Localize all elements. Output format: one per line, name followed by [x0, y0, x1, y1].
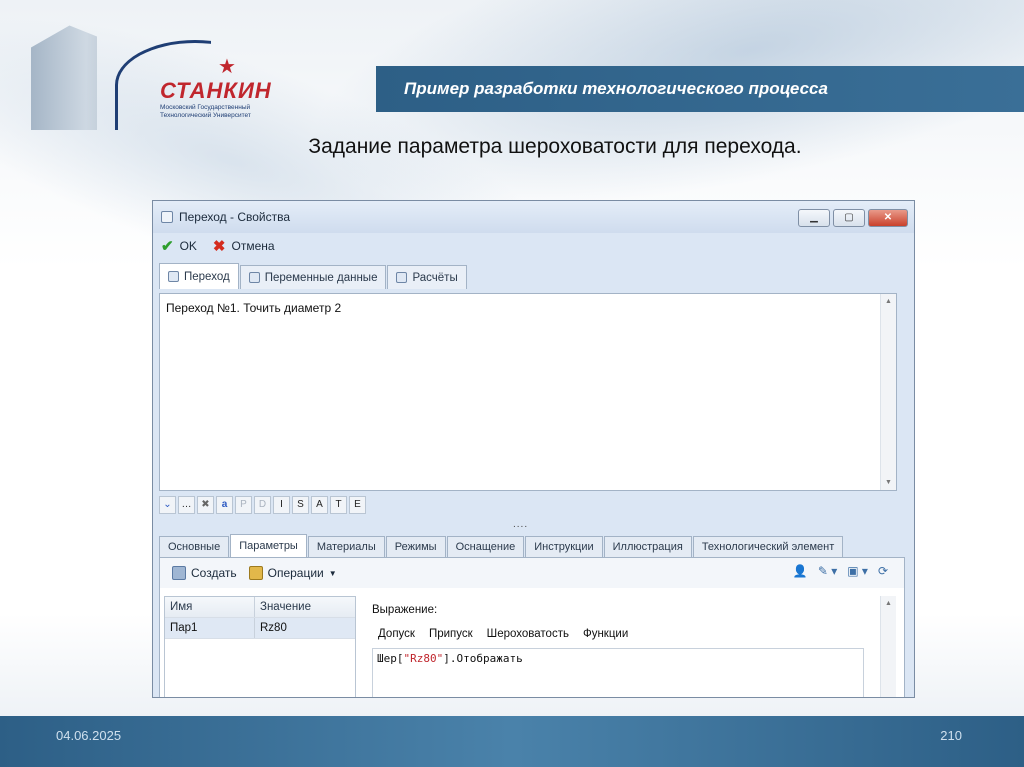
- format-p-button[interactable]: P: [235, 496, 252, 514]
- logo-subtitle: Московский Государственный Технологическ…: [160, 104, 251, 119]
- expression-code-input[interactable]: Шер["Rz80"].Отображать: [372, 648, 864, 697]
- delete-icon[interactable]: ✖: [197, 496, 214, 514]
- scroll-up-icon[interactable]: ▲: [885, 298, 892, 305]
- window-icon: [161, 211, 173, 223]
- tab-calculations[interactable]: Расчёты: [387, 265, 467, 289]
- properties-window: Переход - Свойства ▁ ▢ ✕ ✔ OK ✖ Отмена Пер…: [152, 200, 915, 698]
- column-header-value[interactable]: Значение: [255, 601, 311, 613]
- checkmark-icon: ✔: [161, 238, 174, 255]
- bottom-tabs: Основные Параметры Материалы Режимы Осна…: [159, 534, 844, 557]
- tab-equipment[interactable]: Оснащение: [446, 536, 525, 557]
- format-toolbar: ⌄ … ✖ a P D I S A T E: [159, 496, 366, 514]
- parameters-panel: Создать Операции ▼ 👤 ✎ ▾ ▣ ▾ ⟳ Имя Значен…: [159, 557, 905, 697]
- font-icon[interactable]: a: [216, 496, 233, 514]
- tab-materials[interactable]: Материалы: [307, 536, 385, 557]
- splitter-handle[interactable]: ....: [513, 519, 528, 530]
- cell-name: Пар1: [165, 618, 255, 638]
- scroll-down-icon[interactable]: ▼: [885, 479, 892, 486]
- dropdown-arrow-icon: ▼: [328, 568, 337, 578]
- expression-tabs: Допуск Припуск Шероховатость Функции: [378, 628, 628, 640]
- expr-tab-tolerance[interactable]: Допуск: [378, 628, 415, 640]
- tab-instructions[interactable]: Инструкции: [525, 536, 603, 557]
- calculator-icon: [396, 272, 408, 283]
- tab-main[interactable]: Основные: [159, 536, 230, 557]
- user-icon[interactable]: 👤: [793, 564, 808, 578]
- format-a-button[interactable]: A: [311, 496, 328, 514]
- data-icon: [248, 272, 260, 283]
- tab-illustration[interactable]: Иллюстрация: [603, 536, 692, 557]
- tab-modes[interactable]: Режимы: [385, 536, 446, 557]
- operations-label: Операции: [267, 566, 324, 580]
- window-titlebar[interactable]: Переход - Свойства ▁ ▢ ✕: [153, 201, 914, 233]
- slide-header-title: Пример разработки технологического проце…: [404, 79, 828, 98]
- tab-label: Расчёты: [412, 271, 458, 284]
- window-toolbar: ✔ OK ✖ Отмена: [153, 233, 914, 259]
- expression-scrollbar[interactable]: ▲: [880, 596, 896, 697]
- expr-tab-roughness[interactable]: Шероховатость: [487, 628, 569, 640]
- page-number: 210: [940, 728, 962, 743]
- more-button[interactable]: …: [178, 496, 195, 514]
- transition-text-editor[interactable]: Переход №1. Точить диаметр 2 ▲ ▼: [159, 293, 897, 491]
- editor-text: Переход №1. Точить диаметр 2: [166, 301, 342, 315]
- create-label: Создать: [191, 566, 237, 580]
- parameters-toolbar: Создать Операции ▼ 👤 ✎ ▾ ▣ ▾ ⟳: [160, 558, 904, 588]
- minimize-button[interactable]: ▁: [798, 209, 830, 227]
- create-icon: [172, 566, 186, 580]
- logo-name: СТАНКИН: [160, 78, 272, 103]
- tab-label: Переменные данные: [264, 271, 378, 284]
- operations-dropdown[interactable]: Операции ▼: [248, 566, 337, 580]
- document-icon: [168, 271, 179, 282]
- code-prefix: Шер[: [377, 652, 404, 665]
- building-image: [31, 25, 97, 130]
- slide-date: 04.06.2025: [56, 728, 122, 743]
- table-row[interactable]: Пар1 Rz80: [165, 618, 355, 639]
- format-s-button[interactable]: S: [292, 496, 309, 514]
- view-icon[interactable]: ▣ ▾: [847, 564, 868, 578]
- window-title: Переход - Свойства: [179, 210, 291, 224]
- format-d-button[interactable]: D: [254, 496, 271, 514]
- university-logo: ★ СТАНКИН Московский Государственный Тех…: [20, 20, 300, 130]
- maximize-button[interactable]: ▢: [833, 209, 865, 227]
- expression-label: Выражение:: [372, 604, 438, 616]
- tab-tech-element[interactable]: Технологический элемент: [692, 536, 844, 557]
- parameters-grid: Имя Значение Пар1 Rz80: [164, 596, 356, 697]
- star-icon: ★: [218, 56, 236, 78]
- format-e-button[interactable]: E: [349, 496, 366, 514]
- slide-header-bar: Пример разработки технологического проце…: [376, 66, 1024, 112]
- column-header-name[interactable]: Имя: [165, 597, 255, 617]
- expression-editor: Выражение: Допуск Припуск Шероховатость …: [360, 596, 896, 697]
- close-button[interactable]: ✕: [868, 209, 908, 227]
- format-t-button[interactable]: T: [330, 496, 347, 514]
- grid-header: Имя Значение: [165, 597, 355, 618]
- cancel-x-icon: ✖: [212, 238, 226, 255]
- create-button[interactable]: Создать: [172, 566, 237, 580]
- expr-tab-allowance[interactable]: Припуск: [429, 628, 473, 640]
- tab-label: Переход: [184, 270, 230, 283]
- cancel-label: Отмена: [231, 239, 275, 253]
- code-suffix: ].Отображать: [443, 652, 523, 665]
- edit-icon[interactable]: ✎ ▾: [818, 564, 837, 578]
- operations-icon: [248, 566, 263, 580]
- refresh-icon[interactable]: ⟳: [878, 564, 888, 578]
- tab-variable-data[interactable]: Переменные данные: [239, 265, 387, 289]
- window-tabs: Переход Переменные данные Расчёты: [159, 263, 468, 289]
- expr-tab-functions[interactable]: Функции: [583, 628, 628, 640]
- code-string: "Rz80": [403, 652, 444, 665]
- format-i-button[interactable]: I: [273, 496, 290, 514]
- cancel-button[interactable]: ✖ Отмена: [213, 237, 275, 255]
- slide-subtitle: Задание параметра шероховатости для пере…: [308, 135, 802, 158]
- tab-transition[interactable]: Переход: [159, 263, 239, 289]
- slide-footer: 04.06.2025 210: [0, 716, 1024, 767]
- tab-parameters[interactable]: Параметры: [230, 534, 307, 557]
- expand-icon[interactable]: ⌄: [159, 496, 176, 514]
- ok-button[interactable]: ✔ OK: [161, 237, 197, 255]
- scroll-up-icon[interactable]: ▲: [885, 600, 892, 607]
- cell-value: Rz80: [260, 622, 287, 634]
- ok-label: OK: [179, 239, 197, 253]
- editor-scrollbar[interactable]: ▲ ▼: [880, 294, 896, 490]
